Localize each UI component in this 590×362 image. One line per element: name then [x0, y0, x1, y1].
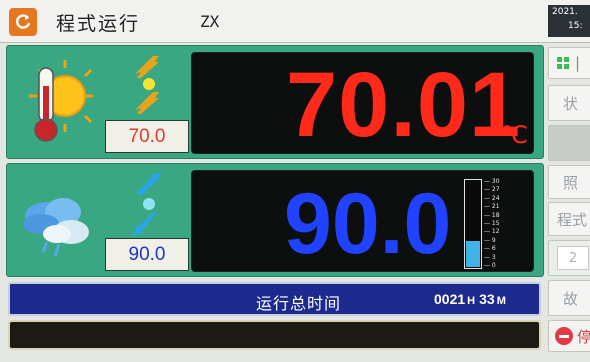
gauge-tick-label: — 6 [484, 245, 496, 252]
runtime-value: 0021 H 33 M [434, 291, 510, 307]
humidify-indicator [127, 170, 167, 236]
gauge-tick-label: — 24 [484, 195, 500, 202]
humidity-panel: 90.0 90.0 — 30— 27— 24— 21— 18— 15— 12— … [6, 163, 544, 277]
sidebar-light-button[interactable]: 照 [548, 165, 590, 199]
humid-down-arrow-icon [133, 212, 157, 236]
sidebar-stepper[interactable]: 2 [548, 240, 590, 276]
stepper-value[interactable]: 2 [557, 246, 589, 270]
stop-label: 停 [577, 327, 590, 346]
current-user: ZX [200, 12, 220, 31]
stop-button[interactable]: 停 [548, 320, 590, 352]
grid-icon [557, 57, 569, 69]
gauge-ticks: — 30— 27 — 24— 21 — 18— 15— 12 — 9— 6 — 3— 0 [484, 179, 512, 269]
gauge-tick-label: — 15 [484, 220, 500, 227]
gauge-tick-label: — 18 [484, 212, 500, 219]
gauge-tick-label: — 30 [484, 178, 500, 185]
sidebar-light-label: 照 [563, 173, 579, 192]
cloud-rain-icon [17, 178, 93, 262]
temperature-readout: 70.01 ℃ [191, 52, 534, 156]
stop-icon [555, 327, 573, 345]
sidebar-status-label: 状 [563, 94, 579, 113]
sidebar-program-button[interactable]: 程式 [548, 202, 590, 236]
humid-up-arrow-icon [137, 172, 161, 196]
temperature-unit: ℃ [501, 121, 528, 149]
gauge-tick-label: — 21 [484, 203, 500, 210]
runtime-hours-unit: H [467, 295, 476, 307]
refresh-button[interactable] [9, 8, 37, 36]
sidebar-active-button[interactable] [548, 125, 590, 161]
gauge-tick-label: — 9 [484, 237, 496, 244]
heating-indicator [127, 52, 167, 118]
heat-up-arrow-icon [135, 56, 159, 78]
temperature-value: 70.01 [286, 54, 522, 156]
runtime-hours: 0021 [434, 291, 466, 307]
message-bar [8, 320, 541, 350]
gauge-tick-label: — 3 [484, 254, 496, 261]
gauge-bar [464, 179, 482, 269]
humidity-value: 90.0 [284, 176, 452, 272]
humidity-readout: 90.0 — 30— 27— 24— 21— 18— 15— 12— 9— 6—… [191, 170, 534, 272]
runtime-bar: 运行总时间 0021 H 33 M [8, 282, 541, 316]
runtime-minutes: 33 [479, 291, 495, 307]
sidebar-fault-label: 故 [563, 289, 579, 308]
gauge-tick-label: — 0 [484, 262, 496, 269]
thermometer-sun-icon [17, 60, 93, 144]
status-dot-icon [143, 78, 155, 90]
heat-down-arrow-icon [135, 92, 159, 114]
clock-display: 2021. 15: [548, 5, 590, 37]
temperature-setpoint[interactable]: 70.0 [105, 120, 189, 153]
program-run-screen: 程式运行 ZX 2021. 15: 70.0 70.01 ℃ 90.0 90.0… [0, 0, 590, 362]
sidebar-fault-button[interactable]: 故 [548, 280, 590, 316]
gauge-tick-label: — 12 [484, 228, 500, 235]
humidity-gauge: — 30— 27 — 24— 21 — 18— 15— 12 — 9— 6 — 3— 0 [464, 179, 512, 269]
title-bar: 程式运行 ZX 2021. 15: [0, 0, 590, 43]
clock-time: 15: [568, 21, 583, 31]
sidebar-menu-label: | [575, 54, 581, 72]
runtime-label: 运行总时间 [256, 294, 342, 313]
page-title: 程式运行 [56, 13, 141, 35]
refresh-icon [16, 14, 31, 29]
sidebar-status-button[interactable]: 状 [548, 85, 590, 121]
status-dot-icon [143, 198, 155, 210]
clock-date: 2021. [552, 7, 578, 17]
gauge-tick-label: — 27 [484, 186, 500, 193]
temperature-panel: 70.0 70.01 ℃ [6, 45, 544, 159]
runtime-minutes-unit: M [496, 295, 506, 307]
gauge-fill [466, 241, 480, 267]
sidebar-program-label: 程式 [557, 210, 588, 229]
sidebar-menu-button[interactable]: | [548, 47, 590, 79]
humidity-setpoint[interactable]: 90.0 [105, 238, 189, 271]
